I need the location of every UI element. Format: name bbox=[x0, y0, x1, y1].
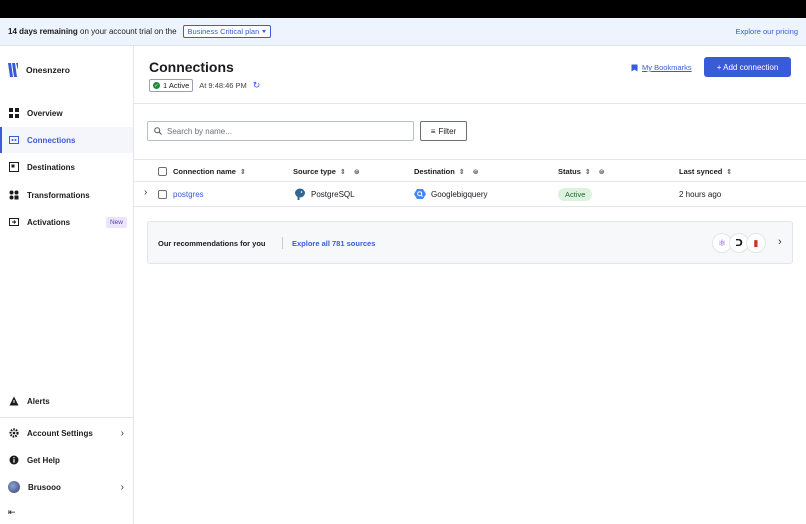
expand-row-chevron-icon[interactable]: › bbox=[144, 187, 147, 198]
sidebar: Onesnzero Overview Connections Destinati… bbox=[0, 46, 134, 524]
recommendations-title: Our recommendations for you bbox=[158, 239, 266, 248]
overview-grid-icon bbox=[8, 108, 19, 119]
sidebar-item-label: Overview bbox=[27, 108, 63, 118]
explore-pricing-link[interactable]: Explore our pricing bbox=[735, 27, 798, 36]
sidebar-item-get-help[interactable]: Get Help bbox=[0, 447, 133, 473]
trial-text: 14 days remaining on your account trial … bbox=[8, 27, 177, 36]
check-circle-icon: ✓ bbox=[153, 82, 160, 89]
filter-button[interactable]: ≡ Filter bbox=[420, 121, 467, 141]
sidebar-item-overview[interactable]: Overview bbox=[0, 100, 133, 126]
sidebar-item-label: Alerts bbox=[27, 396, 50, 406]
column-last-synced[interactable]: Last synced ⇕ bbox=[679, 167, 732, 176]
connections-icon bbox=[8, 135, 19, 146]
activations-icon bbox=[8, 217, 19, 228]
sidebar-item-transformations[interactable]: Transformations bbox=[0, 182, 133, 208]
browser-top-bar bbox=[0, 0, 806, 18]
my-bookmarks-link[interactable]: My Bookmarks bbox=[631, 63, 692, 72]
column-status[interactable]: Status ⇕ ⊜ bbox=[558, 167, 605, 176]
sidebar-item-user[interactable]: Brusooo › bbox=[0, 474, 133, 500]
plan-dropdown[interactable]: Business Critical plan bbox=[182, 25, 272, 38]
fivetran-logo-icon bbox=[8, 63, 18, 77]
chevron-down-icon bbox=[262, 30, 267, 33]
chevron-right-icon: › bbox=[120, 427, 124, 439]
row-checkbox[interactable] bbox=[158, 190, 167, 199]
status-badge: Active bbox=[558, 188, 593, 201]
search-icon bbox=[154, 127, 162, 135]
source-logo-icon[interactable]: ▮ bbox=[746, 233, 766, 253]
bookmark-icon bbox=[631, 64, 638, 71]
sidebar-item-account-settings[interactable]: Account Settings › bbox=[0, 420, 133, 446]
sidebar-item-alerts[interactable]: Alerts bbox=[0, 388, 133, 414]
postgresql-logo-icon bbox=[295, 188, 305, 200]
gear-icon bbox=[8, 428, 19, 439]
column-options-icon[interactable]: ⊜ bbox=[473, 168, 479, 176]
sort-icon[interactable]: ⇕ bbox=[726, 168, 732, 176]
column-options-icon[interactable]: ⊜ bbox=[354, 168, 360, 176]
table-row[interactable]: › postgres PostgreSQL Googlebigquery Act… bbox=[134, 182, 806, 207]
sidebar-item-label: Transformations bbox=[27, 190, 90, 200]
sidebar-item-label: Brusooo bbox=[28, 482, 61, 492]
chevron-right-icon: › bbox=[120, 481, 124, 493]
new-badge: New bbox=[105, 216, 127, 228]
destinations-icon bbox=[8, 162, 19, 173]
select-all-checkbox[interactable] bbox=[158, 167, 167, 176]
search-box[interactable] bbox=[147, 121, 414, 141]
add-connection-button[interactable]: + Add connection bbox=[704, 57, 791, 77]
column-destination[interactable]: Destination ⇕ ⊜ bbox=[414, 167, 479, 176]
sort-icon[interactable]: ⇕ bbox=[459, 168, 465, 176]
sort-icon[interactable]: ⇕ bbox=[340, 168, 346, 176]
column-source-type[interactable]: Source type ⇕ ⊜ bbox=[293, 167, 360, 176]
page-title: Connections bbox=[149, 59, 234, 75]
filter-icon: ≡ bbox=[430, 126, 436, 136]
status-line: ✓ 1 Active At 9:48:46 PM ↻ bbox=[149, 79, 260, 92]
source-type: PostgreSQL bbox=[311, 190, 355, 199]
sidebar-item-label: Activations bbox=[27, 217, 71, 227]
workspace-switcher[interactable]: Onesnzero bbox=[7, 62, 70, 78]
destination-name: Googlebigquery bbox=[431, 189, 488, 199]
connection-name-link[interactable]: postgres bbox=[173, 190, 204, 199]
recommendations-divider bbox=[282, 237, 283, 249]
main-content: Connections ✓ 1 Active At 9:48:46 PM ↻ M… bbox=[134, 46, 806, 524]
alert-triangle-icon bbox=[8, 396, 19, 407]
avatar bbox=[8, 481, 20, 493]
sidebar-item-destinations[interactable]: Destinations bbox=[0, 154, 133, 180]
refresh-icon[interactable]: ↻ bbox=[253, 80, 261, 91]
recommended-sources-logos: ⚛ ᑐ ▮ bbox=[712, 233, 766, 253]
transformations-icon bbox=[8, 190, 19, 201]
info-icon bbox=[8, 455, 19, 466]
last-refresh-time: At 9:48:46 PM bbox=[199, 81, 247, 90]
trial-banner: 14 days remaining on your account trial … bbox=[0, 18, 806, 46]
sidebar-item-connections[interactable]: Connections bbox=[0, 127, 133, 153]
header-divider bbox=[134, 103, 806, 104]
table-header: Connection name ⇕ Source type ⇕ ⊜ Destinati… bbox=[134, 159, 806, 182]
collapse-sidebar-icon[interactable]: ⇤ bbox=[8, 507, 16, 518]
workspace-name: Onesnzero bbox=[26, 65, 70, 75]
recommendations-banner: Our recommendations for you Explore all … bbox=[147, 221, 793, 264]
column-connection-name[interactable]: Connection name ⇕ bbox=[173, 167, 246, 176]
sort-icon[interactable]: ⇕ bbox=[585, 168, 591, 176]
sidebar-divider bbox=[0, 417, 133, 418]
sort-icon[interactable]: ⇕ bbox=[240, 168, 246, 176]
sidebar-item-label: Connections bbox=[27, 135, 76, 145]
explore-sources-link[interactable]: Explore all 781 sources bbox=[292, 239, 375, 248]
sidebar-item-activations[interactable]: Activations New bbox=[0, 209, 133, 235]
last-synced: 2 hours ago bbox=[679, 190, 722, 199]
chevron-right-icon[interactable]: › bbox=[778, 236, 782, 248]
column-options-icon[interactable]: ⊜ bbox=[599, 168, 605, 176]
sidebar-item-label: Destinations bbox=[27, 162, 76, 172]
search-input[interactable] bbox=[167, 126, 407, 136]
sidebar-item-label: Get Help bbox=[27, 455, 60, 465]
active-count-pill: ✓ 1 Active bbox=[149, 79, 194, 92]
bigquery-logo-icon bbox=[414, 189, 426, 199]
sidebar-item-label: Account Settings bbox=[27, 428, 93, 438]
